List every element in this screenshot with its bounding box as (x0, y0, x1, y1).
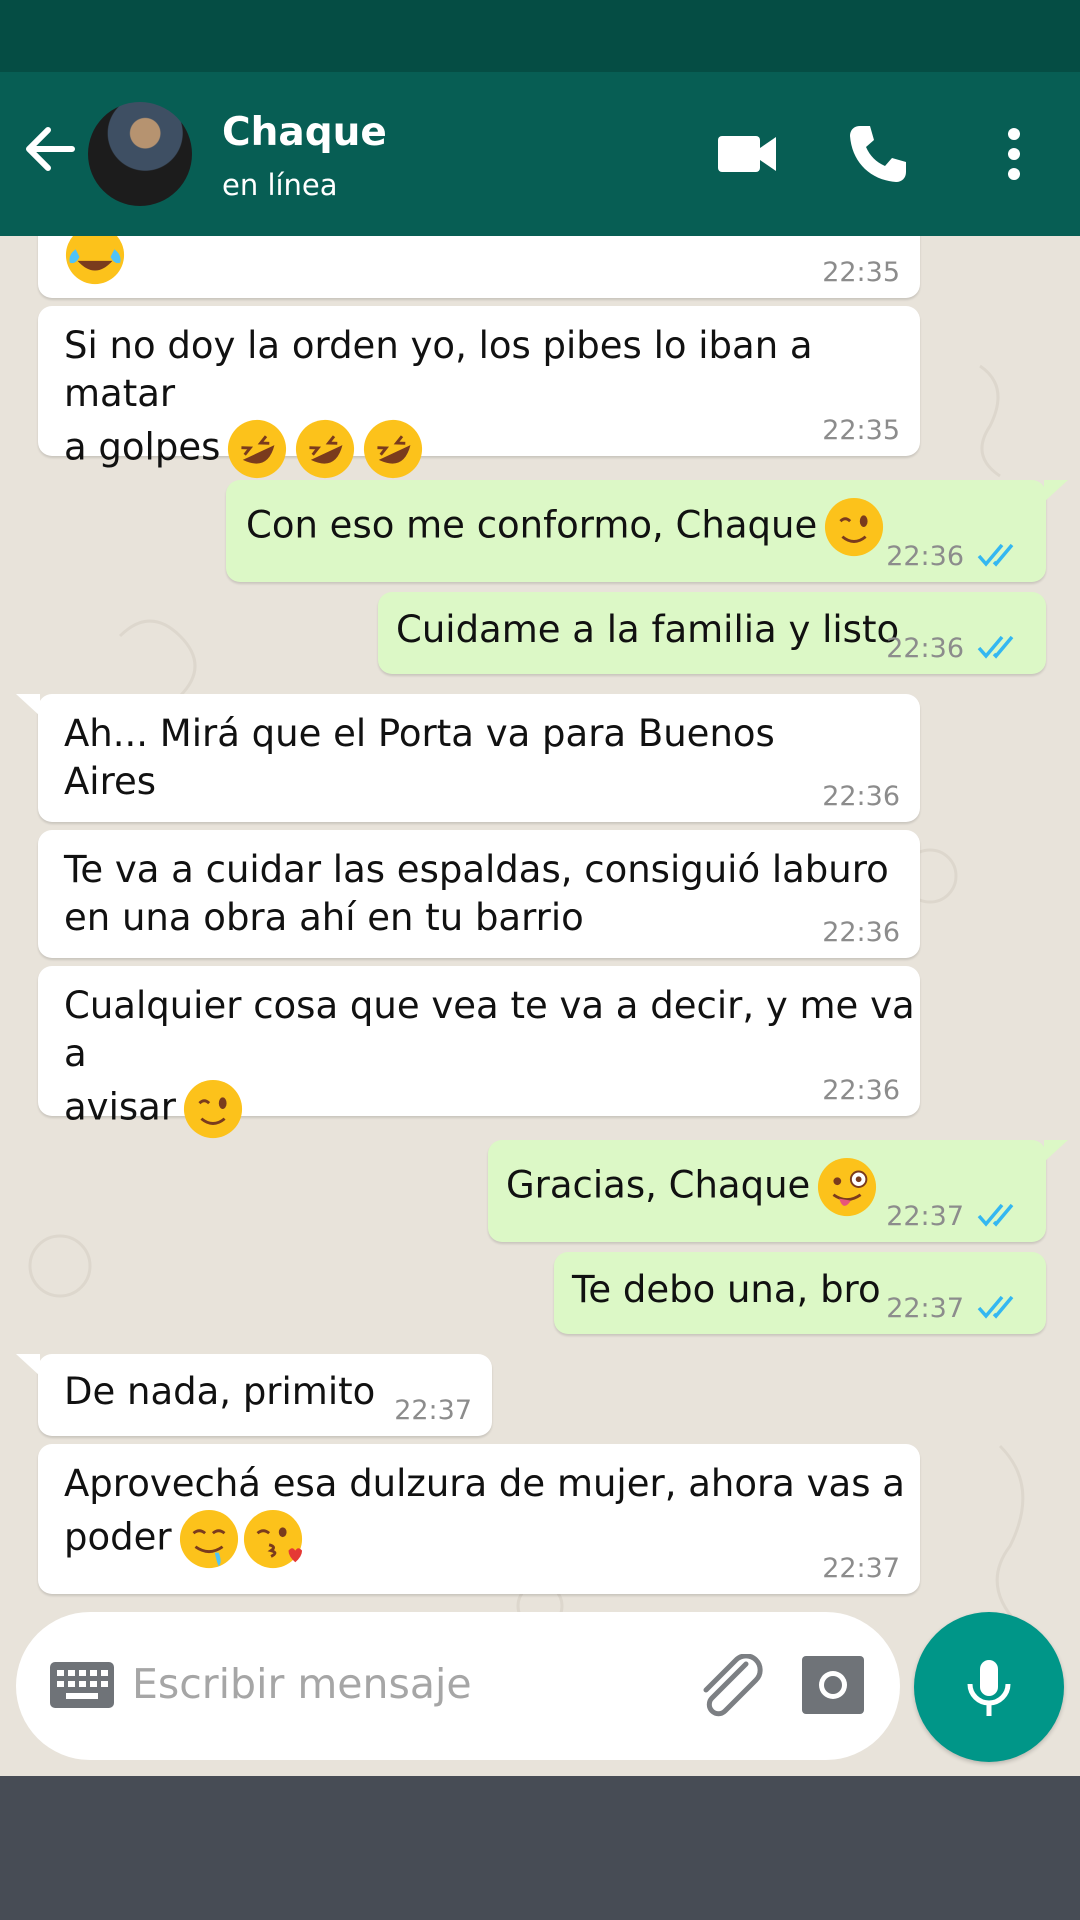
message-bubble-incoming[interactable]: Te va a cuidar las espaldas, consiguió l… (38, 830, 920, 958)
message-time: 22:36 (822, 781, 900, 812)
wink-emoji (176, 1079, 244, 1139)
microphone-icon (967, 1660, 1011, 1716)
message-bubble-incoming[interactable]: Aprovechá esa dulzura de mujer, ahora va… (38, 1444, 920, 1594)
message-text: Ah... Mirá que el Porta va para Buenos A… (64, 712, 775, 803)
message-time: 22:37 (822, 1553, 900, 1584)
double-check-icon (977, 635, 1014, 659)
camera-icon[interactable] (802, 1656, 864, 1714)
arrow-left-icon (26, 127, 75, 171)
message-input[interactable]: Escribir mensaje (132, 1660, 472, 1708)
message-list[interactable]: 22:35 Si no doy la orden yo, los pibes l… (0, 236, 1080, 1776)
message-text: Gracias, Chaque (506, 1156, 878, 1218)
message-bubble-incoming[interactable]: De nada, primito 22:37 (16, 1354, 492, 1436)
message-text: Si no doy la orden yo, los pibes lo iban… (64, 322, 920, 480)
chat-header: Chaque en línea (0, 72, 1080, 236)
contact-avatar[interactable] (88, 102, 192, 206)
drooling-emoji (172, 1509, 240, 1569)
message-text (64, 236, 126, 286)
message-bubble-outgoing[interactable]: Te debo una, bro 22:37 (554, 1252, 1046, 1334)
message-time: 22:36 (822, 1075, 900, 1106)
message-text: De nada, primito (64, 1370, 376, 1413)
message-bubble-outgoing[interactable]: Cuidame a la familia y listo 22:36 (378, 592, 1046, 674)
more-options-button[interactable] (994, 122, 1034, 186)
message-bubble-incoming[interactable]: Ah... Mirá que el Porta va para Buenos A… (16, 694, 920, 822)
message-bubble-incoming[interactable]: 22:35 (38, 236, 920, 298)
wink-emoji (817, 497, 885, 557)
phone-icon (850, 126, 906, 182)
rofl-emoji (220, 419, 424, 479)
message-text: Cuidame a la familia y listo (396, 608, 900, 651)
double-check-icon (977, 1295, 1014, 1319)
message-text: Te debo una, bro (572, 1268, 881, 1311)
record-voice-button[interactable] (914, 1612, 1064, 1762)
message-bubble-outgoing[interactable]: Con eso me conformo, Chaque 22:36 (226, 480, 1068, 582)
message-text: Aprovechá esa dulzura de mujer, ahora va… (64, 1460, 905, 1570)
double-check-icon (977, 1203, 1014, 1227)
message-time: 22:37 (394, 1395, 472, 1426)
message-text: Te va a cuidar las espaldas, consiguió l… (64, 848, 889, 939)
zany-emoji (810, 1157, 878, 1217)
message-text: Cualquier cosa que vea te va a decir, y … (64, 982, 920, 1140)
video-camera-icon (718, 136, 776, 172)
tears-of-joy-emoji (64, 236, 126, 285)
back-button[interactable] (20, 114, 82, 184)
message-text: Con eso me conformo, Chaque (246, 496, 885, 558)
message-time: 22:35 (822, 415, 900, 446)
message-time: 22:36 (886, 633, 964, 664)
message-time: 22:35 (822, 257, 900, 288)
video-call-button[interactable] (716, 124, 780, 184)
message-composer[interactable]: Escribir mensaje (16, 1612, 900, 1760)
system-navigation-bar (0, 1776, 1080, 1920)
status-bar (0, 0, 1080, 72)
voice-call-button[interactable] (846, 122, 910, 186)
contact-status: en línea (222, 168, 338, 202)
more-vertical-icon (1008, 128, 1020, 180)
contact-name[interactable]: Chaque (222, 110, 387, 155)
message-bubble-outgoing[interactable]: Gracias, Chaque 22:37 (488, 1140, 1068, 1242)
paperclip-icon[interactable] (696, 1654, 766, 1718)
message-bubble-incoming[interactable]: Si no doy la orden yo, los pibes lo iban… (38, 306, 920, 479)
keyboard-icon[interactable] (50, 1662, 114, 1708)
kiss-emoji (240, 1509, 304, 1569)
message-time: 22:36 (886, 541, 964, 572)
message-time: 22:37 (886, 1293, 964, 1324)
message-time: 22:36 (822, 917, 900, 948)
message-time: 22:37 (886, 1201, 964, 1232)
double-check-icon (977, 543, 1014, 567)
message-bubble-incoming[interactable]: Cualquier cosa que vea te va a decir, y … (38, 966, 920, 1139)
